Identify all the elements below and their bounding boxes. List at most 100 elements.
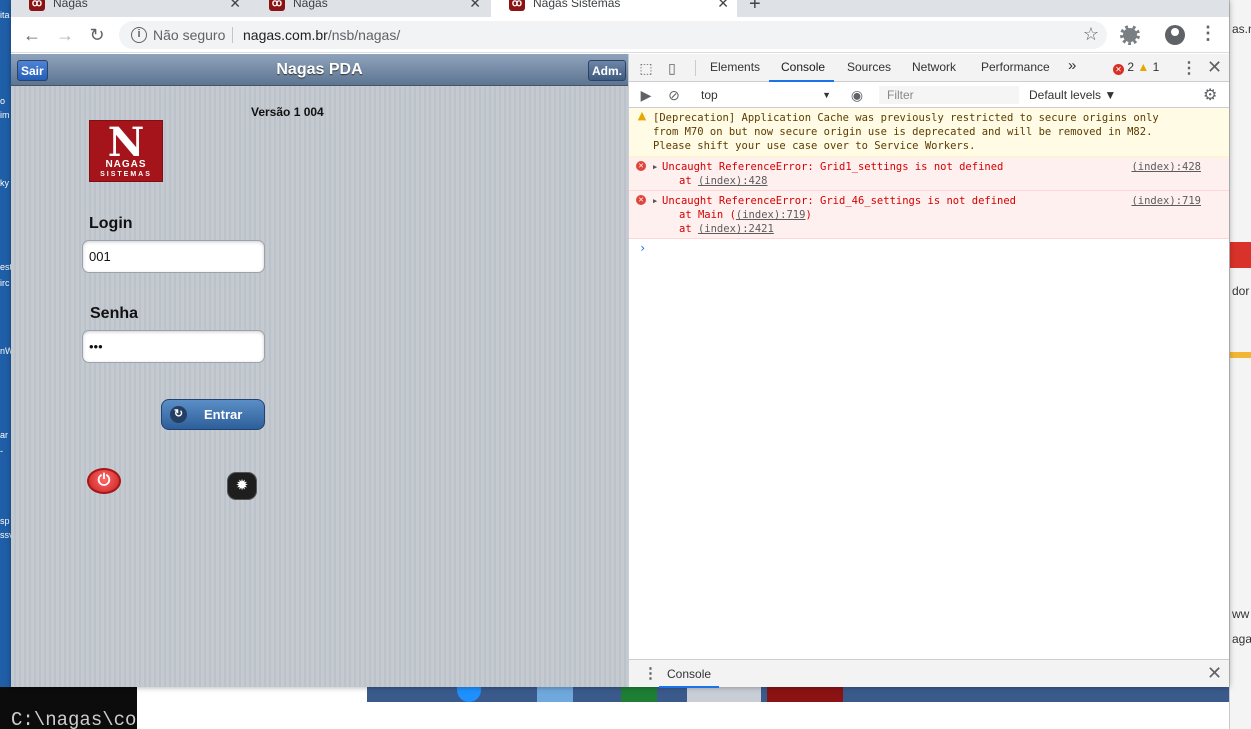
gear-icon[interactable]: ✹ <box>227 472 257 500</box>
error-source-link[interactable]: (index):719 <box>1131 194 1201 208</box>
error-count: 2 <box>1127 60 1135 74</box>
nagas-logo: N NAGAS SISTEMAS <box>89 120 163 182</box>
version-label: Versão 1 004 <box>251 105 324 119</box>
console-toolbar: ▶ ⊘ top ▼ ◉ Filter Default levels ▼ ⚙ <box>629 82 1229 108</box>
tab-title: Nagas Sistemas <box>533 0 621 10</box>
omnibox-separator <box>232 27 233 43</box>
device-toolbar-icon[interactable]: ▯ <box>663 59 681 77</box>
sidebar-toggle-icon[interactable]: ▶ <box>637 86 655 104</box>
console-filter-input[interactable]: Filter <box>879 86 1019 104</box>
adm-button[interactable]: Adm. <box>588 60 626 81</box>
browser-tab[interactable]: ꝏ Nagas ✕ <box>251 0 489 17</box>
new-tab-button[interactable]: + <box>749 0 761 16</box>
inspect-element-icon[interactable]: ⬚ <box>637 59 655 77</box>
tab-network[interactable]: Network <box>912 60 956 74</box>
browser-tab-active[interactable]: ꝏ Nagas Sistemas ✕ <box>491 0 737 17</box>
cmd-text: C:\nagas\cor <box>11 709 148 729</box>
devtools-drawer: ⋮ Console ✕ <box>629 659 1229 688</box>
drawer-menu-icon[interactable]: ⋮ <box>643 664 658 682</box>
devtools-tabbar: ⬚ ▯ Elements Console Sources Network Per… <box>629 54 1229 82</box>
stack-prefix: at Main ( <box>679 209 736 221</box>
console-error[interactable]: ✕ (index):428 ▶ Uncaught ReferenceError: … <box>629 157 1229 191</box>
more-tabs-icon[interactable]: » <box>1068 57 1076 74</box>
bookmark-star-icon[interactable]: ☆ <box>1083 24 1099 45</box>
stack-link[interactable]: (index):2421 <box>698 223 774 235</box>
log-levels-dropdown[interactable]: Default levels ▼ <box>1029 86 1116 104</box>
live-expression-eye-icon[interactable]: ◉ <box>848 86 866 104</box>
expand-triangle-icon[interactable]: ▶ <box>653 160 662 174</box>
console-warning[interactable]: ▲ [Deprecation] Application Cache was pr… <box>629 108 1229 157</box>
taskbar <box>137 687 1229 729</box>
close-tab-icon[interactable]: ✕ <box>717 0 729 12</box>
account-icon[interactable] <box>1165 25 1185 45</box>
error-icon: ✕ <box>636 161 646 171</box>
pda-header: Sair Nagas PDA Adm. <box>11 54 628 86</box>
devtools-separator <box>695 60 696 76</box>
reload-icon[interactable]: ↻ <box>85 23 109 47</box>
console-messages: ▲ [Deprecation] Application Cache was pr… <box>629 108 1229 659</box>
desktop-fragment: ar <box>0 430 9 440</box>
logo-line1: NAGAS <box>105 159 147 170</box>
drawer-close-icon[interactable]: ✕ <box>1207 663 1222 684</box>
page-title: Nagas PDA <box>276 61 363 78</box>
desktop-fragment: - <box>0 446 3 456</box>
taskbar-item[interactable] <box>687 687 761 702</box>
login-label: Login <box>89 215 133 232</box>
url-text[interactable]: nagas.com.br/nsb/nagas/ <box>243 27 400 43</box>
browser-window: ꝏ Nagas ✕ ꝏ Nagas ✕ ꝏ Nagas Sistemas ✕ +… <box>11 0 1229 688</box>
error-icon: ✕ <box>1113 64 1124 75</box>
context-select[interactable]: top ▼ <box>697 86 835 104</box>
browser-tab[interactable]: ꝏ Nagas ✕ <box>11 0 249 17</box>
tab-performance[interactable]: Performance <box>981 60 1050 74</box>
browser-menu-icon[interactable]: ⋮ <box>1199 23 1217 44</box>
tab-title: Nagas <box>53 0 88 10</box>
background-bar <box>1230 352 1251 358</box>
power-icon[interactable]: ⏻ <box>87 468 121 494</box>
address-bar[interactable]: i Não seguro nagas.com.br/nsb/nagas/ ☆ <box>119 21 1107 49</box>
entrar-label: Entrar <box>204 407 243 422</box>
error-text: Uncaught ReferenceError: Grid1_settings … <box>662 161 1004 173</box>
tab-console[interactable]: Console <box>781 60 825 74</box>
app-taskbar-icon[interactable] <box>537 687 573 702</box>
clear-console-icon[interactable]: ⊘ <box>665 86 683 104</box>
chevron-down-icon: ▼ <box>822 90 831 100</box>
background-fragment: dor <box>1232 284 1250 298</box>
background-fragment: as.n <box>1232 22 1251 36</box>
password-label: Senha <box>90 305 139 322</box>
browser-toolbar: ← → ↻ i Não seguro nagas.com.br/nsb/naga… <box>11 17 1229 53</box>
security-label[interactable]: Não seguro <box>153 27 225 43</box>
close-tab-icon[interactable]: ✕ <box>229 0 241 12</box>
drawer-tab-console[interactable]: Console <box>667 667 711 681</box>
forward-icon[interactable]: → <box>53 23 77 47</box>
desktop-fragment: o <box>0 96 6 106</box>
warning-count: 1 <box>1152 60 1160 74</box>
entrar-button[interactable]: ↻ Entrar <box>161 399 265 430</box>
tab-sources[interactable]: Sources <box>847 60 891 74</box>
back-icon[interactable]: ← <box>20 23 44 47</box>
tab-elements[interactable]: Elements <box>710 60 760 74</box>
info-icon[interactable]: i <box>131 27 147 43</box>
tab-title: Nagas <box>293 0 328 10</box>
expand-triangle-icon[interactable]: ▶ <box>653 194 662 208</box>
error-icon: ✕ <box>636 195 646 205</box>
console-settings-icon[interactable]: ⚙ <box>1203 85 1217 105</box>
console-error[interactable]: ✕ (index):719 ▶ Uncaught ReferenceError: … <box>629 191 1229 239</box>
console-prompt[interactable]: › <box>629 239 1229 257</box>
desktop-fragment: im <box>0 110 10 120</box>
devtools-menu-icon[interactable]: ⋮ <box>1181 58 1197 78</box>
issue-counts[interactable]: ✕ 2 ▲ 1 <box>1113 60 1159 75</box>
extension-icon[interactable] <box>1120 25 1140 45</box>
nagas-favicon-icon: ꝏ <box>29 0 45 11</box>
excel-taskbar-icon[interactable] <box>621 687 657 702</box>
url-path: /nsb/nagas/ <box>327 27 401 43</box>
stack-link[interactable]: (index):428 <box>698 175 768 187</box>
devtools-close-icon[interactable]: ✕ <box>1207 57 1222 78</box>
nagas-taskbar-icon[interactable] <box>767 687 843 702</box>
error-source-link[interactable]: (index):428 <box>1131 160 1201 174</box>
password-input[interactable]: ••• <box>82 330 265 363</box>
close-tab-icon[interactable]: ✕ <box>469 0 481 12</box>
background-fragment: ww <box>1232 607 1250 621</box>
warning-line: [Deprecation] Application Cache was prev… <box>653 112 1159 124</box>
login-input[interactable]: 001 <box>82 240 265 273</box>
stack-link[interactable]: (index):719 <box>736 209 806 221</box>
